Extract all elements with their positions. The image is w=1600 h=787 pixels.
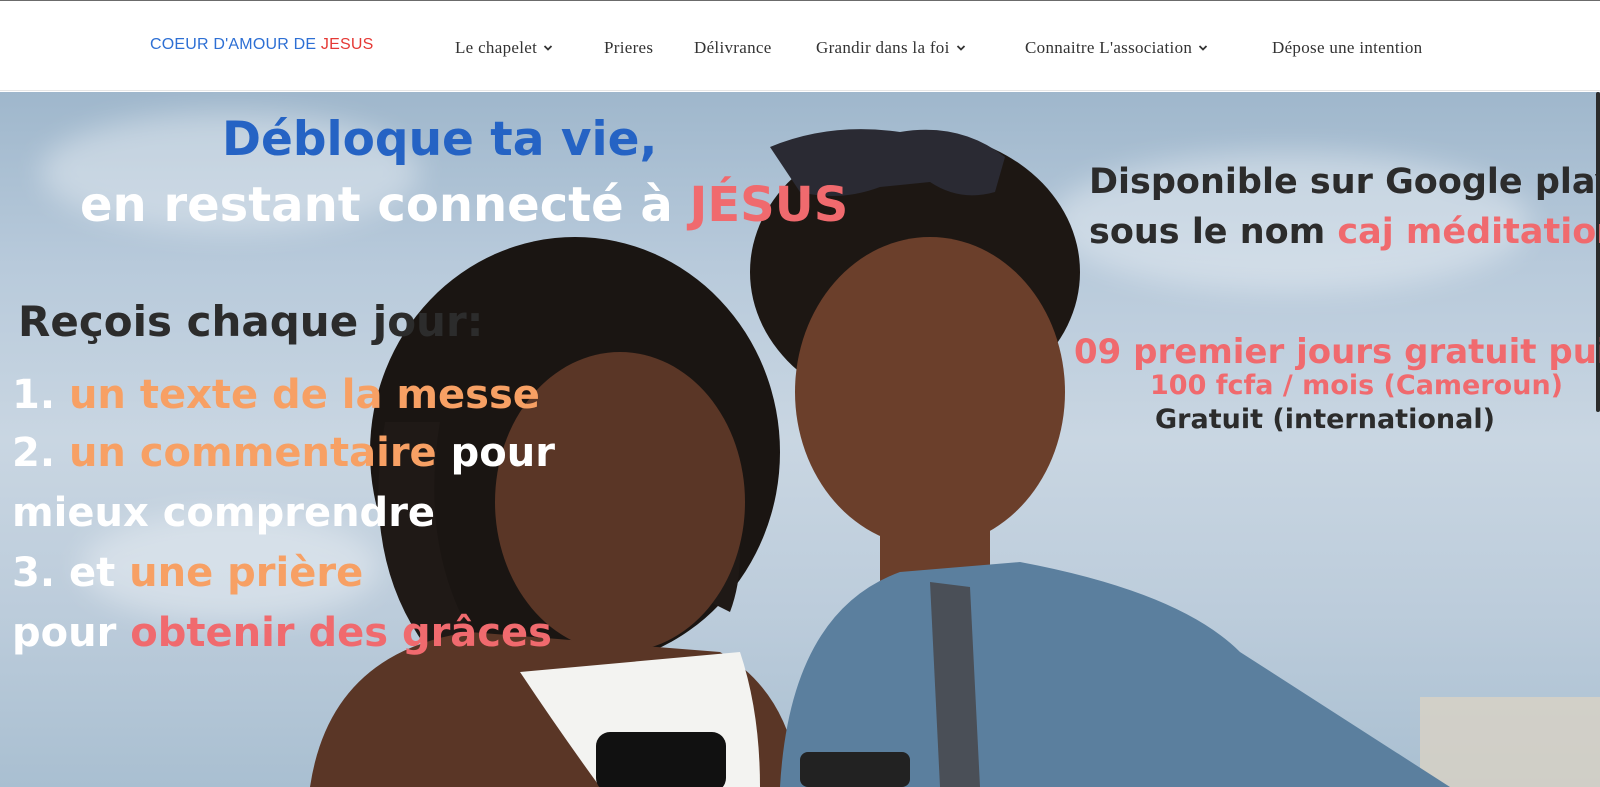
list-number: 3. et (12, 550, 130, 596)
nav-item-depose-intention[interactable]: Dépose une intention (1272, 37, 1422, 59)
hero-headline-line2: en restant connecté à JÉSUS (80, 177, 848, 233)
hero-banner: Débloque ta vie, en restant connecté à J… (0, 92, 1600, 787)
list-highlight: obtenir des grâces (130, 610, 552, 656)
receive-title: Reçois chaque jour: (18, 297, 484, 346)
nav-label: Grandir dans la foi (816, 38, 950, 57)
chevron-down-icon (543, 40, 559, 56)
logo-text-jesus: JESUS (320, 36, 374, 53)
nav-label: Le chapelet (455, 38, 538, 57)
site-logo[interactable]: COEUR D'AMOUR DE JESUS (150, 36, 374, 54)
list-item-3: 3. et une prière (12, 550, 363, 596)
logo-text-main: COEUR D'AMOUR DE (150, 36, 321, 53)
nav-item-prieres[interactable]: Prieres (604, 37, 653, 59)
list-text: pour (12, 610, 131, 656)
nav-label: Connaitre L'association (1025, 38, 1193, 57)
chevron-down-icon (1198, 40, 1214, 56)
nav-item-grandir-dans-la-foi[interactable]: Grandir dans la foi (816, 37, 972, 59)
list-item-1: 1. un texte de la messe (12, 372, 540, 418)
list-text: pour (436, 430, 555, 476)
offer-line1: 09 premier jours gratuit puis (1074, 332, 1600, 372)
list-number: 1. (12, 372, 69, 418)
nav-item-delivrance[interactable]: Délivrance (694, 37, 772, 59)
list-item-2: 2. un commentaire pour (12, 430, 555, 476)
nav-label: Prieres (604, 38, 654, 57)
list-highlight: une prière (129, 550, 364, 596)
availability-line2: sous le nom caj méditation (1089, 212, 1600, 252)
headline-text: en restant connecté à (80, 177, 690, 233)
offer-line3: Gratuit (international) (1155, 404, 1495, 435)
list-number: 2. (12, 430, 69, 476)
nav-item-connaitre-association[interactable]: Connaitre L'association (1025, 37, 1214, 59)
offer-line2: 100 fcfa / mois (Cameroun) (1150, 370, 1564, 401)
hero-headline-line1: Débloque ta vie, (222, 112, 658, 167)
site-header: COEUR D'AMOUR DE JESUS Le chapelet Prier… (0, 1, 1600, 91)
list-highlight: un texte de la messe (68, 372, 540, 418)
nav-label: Dépose une intention (1272, 38, 1423, 57)
chevron-down-icon (956, 40, 972, 56)
app-name: caj méditation (1337, 212, 1600, 252)
availability-text: sous le nom (1089, 212, 1338, 252)
list-highlight: un commentaire (68, 430, 437, 476)
nav-label: Délivrance (694, 38, 772, 57)
list-item-2-continued: mieux comprendre (12, 490, 436, 536)
headline-jesus: JÉSUS (689, 177, 849, 233)
availability-line1: Disponible sur Google play (1089, 162, 1600, 202)
list-item-3-continued: pour obtenir des grâces (12, 610, 552, 656)
nav-item-le-chapelet[interactable]: Le chapelet (455, 37, 559, 59)
